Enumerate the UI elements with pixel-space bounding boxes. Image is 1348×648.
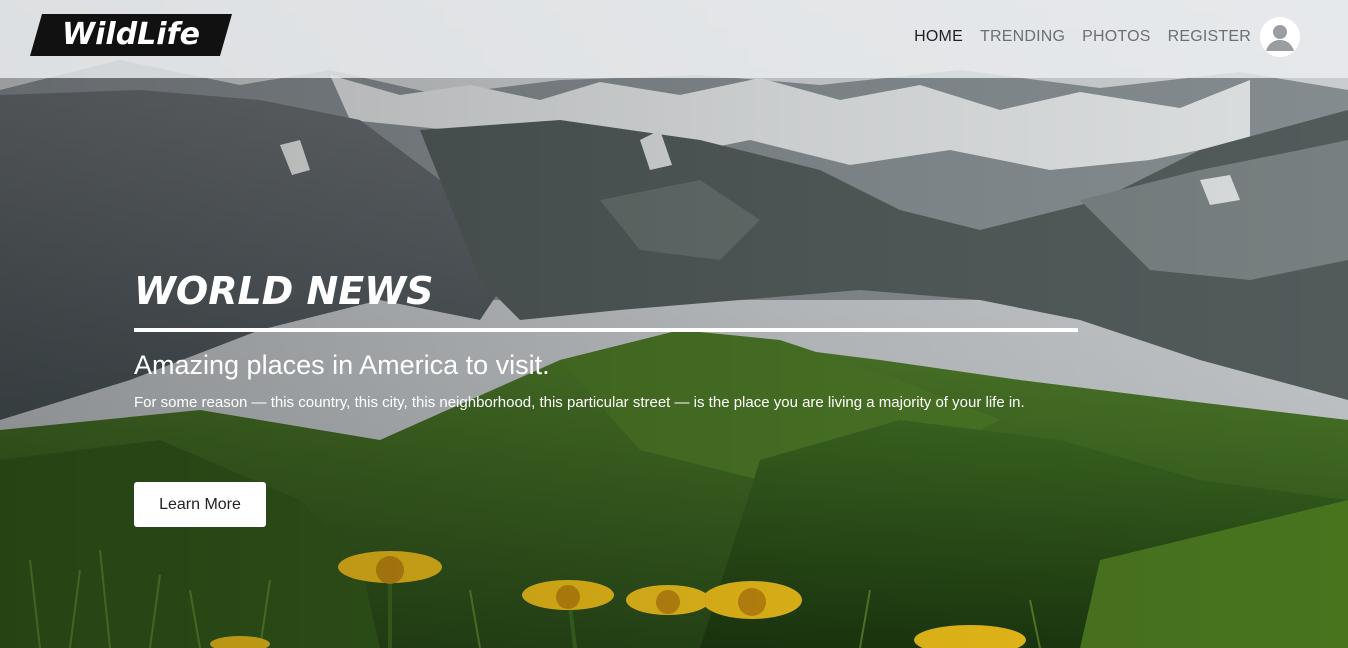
nav-register[interactable]: REGISTER	[1168, 28, 1251, 46]
hero-content: WORLD NEWS Amazing places in America to …	[134, 265, 1078, 415]
site-logo[interactable]: WildLife	[30, 14, 232, 56]
hero-section: WildLife HOME TRENDING PHOTOS REGISTER W…	[0, 0, 1348, 648]
user-avatar-icon[interactable]	[1260, 17, 1300, 57]
main-nav: HOME TRENDING PHOTOS REGISTER	[897, 17, 1300, 57]
top-navbar: WildLife HOME TRENDING PHOTOS REGISTER	[0, 0, 1348, 78]
hero-body-text: For some reason — this country, this cit…	[134, 394, 1025, 411]
learn-more-button[interactable]: Learn More	[134, 482, 266, 527]
hero-headline: WORLD NEWS	[134, 269, 434, 313]
logo-text: WildLife	[62, 17, 200, 52]
nav-home[interactable]: HOME	[914, 28, 963, 46]
nav-photos[interactable]: PHOTOS	[1082, 28, 1150, 46]
headline-divider	[134, 328, 1078, 332]
nav-trending[interactable]: TRENDING	[980, 28, 1065, 46]
hero-subheadline: Amazing places in America to visit.	[134, 350, 550, 380]
